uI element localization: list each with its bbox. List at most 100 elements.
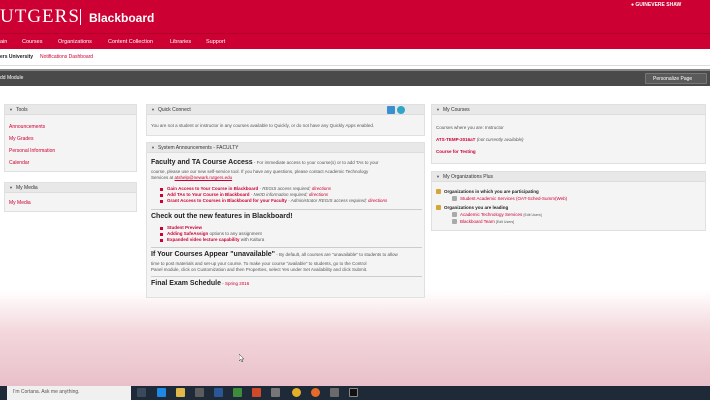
courses-role-text: Courses where you are: Instructor [436, 125, 504, 130]
cortana-search-box[interactable]: I'm Cortana. Ask me anything. [7, 386, 131, 400]
tools-module: ▼ Tools Announcements My Grades Personal … [4, 104, 137, 172]
mouse-cursor-icon [239, 354, 244, 362]
collapse-icon[interactable]: ▼ [436, 174, 440, 179]
my-organizations-header[interactable]: ▼ My Organizations Plus [432, 172, 705, 182]
item-grant-access: Grant Access to Courses in Blackboard fo… [167, 198, 388, 203]
chat-icon[interactable] [387, 106, 395, 114]
tools-header[interactable]: ▼ Tools [5, 105, 136, 115]
collapse-icon[interactable]: ▼ [436, 107, 440, 112]
word-icon[interactable] [214, 388, 223, 397]
folder-icon [436, 189, 441, 194]
blackboard-logo[interactable]: Blackboard [89, 11, 154, 25]
support-email-link[interactable]: atshelp@newark.rutgers.edu [175, 175, 233, 180]
tab-courses[interactable]: Courses [22, 39, 42, 45]
item-gain-access: Gain Access to Your Course in Blackboard… [167, 186, 332, 191]
bullet-icon [160, 239, 163, 242]
bullet-icon [160, 188, 163, 191]
bullet-icon [160, 233, 163, 236]
unavailable-heading: If Your Courses Appear "unavailable" - B… [151, 251, 398, 258]
settings-icon[interactable] [397, 106, 405, 114]
app-icon[interactable] [252, 388, 261, 397]
divider [151, 209, 422, 210]
faculty-access-heading: Faculty and TA Course Access - For immed… [151, 159, 379, 166]
course-item: ATS-TEMP-2016aT (not currently available… [436, 137, 524, 142]
link-calendar[interactable]: Calendar [9, 160, 29, 166]
edge-icon[interactable] [157, 388, 166, 397]
bullet-icon [160, 200, 163, 203]
collapse-icon[interactable]: ▼ [9, 107, 13, 112]
app-icon[interactable] [330, 388, 339, 397]
user-name: GUINEVERE SHAW [635, 2, 682, 8]
announcements-header[interactable]: ▼ System Announcements - FACULTY [147, 143, 424, 153]
course-link-testing[interactable]: Course for Testing [436, 149, 476, 154]
org-icon [452, 196, 457, 201]
item-safeassign: Adding SafeAssign options to any assignm… [167, 231, 262, 236]
sub-nav: ers University Notifications Dashboard [0, 49, 710, 66]
media-header[interactable]: ▼ My Media [5, 183, 136, 193]
shield-icon[interactable] [233, 388, 242, 397]
main-nav: ain Courses Organizations Content Collec… [0, 33, 710, 49]
module-bar: dd Module Personalize Page [0, 69, 710, 86]
org-item-ats: Academic Technology Services [Edit Users… [460, 212, 542, 217]
faculty-access-text-3: Services at atshelp@newark.rutgers.edu [151, 175, 233, 180]
collapse-icon[interactable]: ▼ [151, 107, 155, 112]
org-item-bb-team: Blackboard Team [Edit Users] [460, 219, 515, 224]
link-my-media[interactable]: My Media [9, 200, 31, 206]
announcements-module: ▼ System Announcements - FACULTY Faculty … [146, 142, 425, 298]
item-add-tas: Add TAs to Your Course in Blackboard - N… [167, 192, 329, 197]
edit-users-link[interactable]: [Edit Users] [523, 213, 541, 217]
edit-users-link[interactable]: [Edit Users] [496, 220, 514, 224]
tab-libraries[interactable]: Libraries [170, 39, 191, 45]
search-text: I'm Cortana. Ask me anything. [13, 389, 80, 395]
link-personal-information[interactable]: Personal Information [9, 148, 55, 154]
bullet-icon [160, 227, 163, 230]
faculty-access-text-2: course, please use our new self-service … [151, 169, 369, 174]
my-organizations-module: ▼ My Organizations Plus Organizations in … [431, 171, 706, 231]
terminal-icon[interactable] [349, 388, 358, 397]
orgs-leading-label: Organizations you are leading [444, 205, 509, 210]
user-menu[interactable]: ● GUINEVERE SHAW [631, 2, 681, 8]
firefox-icon[interactable] [311, 388, 320, 397]
unavailable-text-2: time to post materials and set-up your c… [151, 261, 367, 266]
org-icon [452, 212, 457, 217]
link-announcements[interactable]: Announcements [9, 124, 45, 130]
subnav-notifications[interactable]: Notifications Dashboard [40, 54, 93, 60]
tab-support[interactable]: Support [206, 39, 225, 45]
link-my-grades[interactable]: My Grades [9, 136, 33, 142]
background-pattern [0, 290, 710, 386]
new-features-heading: Check out the new features in Blackboard… [151, 213, 293, 220]
orgs-participating-label: Organizations in which you are participa… [444, 189, 539, 194]
quick-connect-module: ▼ Quick Connect You are not a student or … [146, 104, 425, 136]
my-courses-module: ▼ My Courses Courses where you are: Instr… [431, 104, 706, 164]
collapse-icon[interactable]: ▼ [151, 145, 155, 150]
course-link-ats-temp[interactable]: ATS-TEMP-2016aT [436, 137, 475, 142]
folder-icon [436, 205, 441, 210]
rutgers-logo[interactable]: UTGERS [0, 7, 80, 27]
collapse-icon[interactable]: ▼ [9, 185, 13, 190]
final-exam-heading[interactable]: Final Exam Schedule - Spring 2016 [151, 280, 249, 287]
store-icon[interactable] [195, 388, 204, 397]
org-link-student-academic[interactable]: Student Academic Services (OAT-Sched-Sum… [460, 196, 567, 201]
divider [151, 247, 422, 248]
unavailable-text-3: Panel module, click on Customization and… [151, 267, 368, 272]
bullet-icon [160, 194, 163, 197]
tab-content-collection[interactable]: Content Collection [108, 39, 153, 45]
media-module: ▼ My Media My Media [4, 182, 137, 212]
add-module-button[interactable]: dd Module [0, 75, 23, 81]
logo-divider [80, 9, 81, 25]
tab-main[interactable]: ain [0, 39, 7, 45]
my-courses-header[interactable]: ▼ My Courses [432, 105, 705, 115]
app-icon[interactable] [271, 388, 280, 397]
subnav-university[interactable]: ers University [0, 54, 33, 60]
header-bar: UTGERS Blackboard ● GUINEVERE SHAW [0, 0, 710, 33]
file-explorer-icon[interactable] [176, 388, 185, 397]
chrome-icon[interactable] [292, 388, 301, 397]
personalize-page-button[interactable]: Personalize Page [645, 73, 707, 84]
item-kaltura: Expanded video lecture capability with K… [167, 237, 265, 242]
divider [151, 276, 422, 277]
task-view-icon[interactable] [137, 388, 146, 397]
item-student-preview: Student Preview [167, 225, 203, 230]
tab-organizations[interactable]: Organizations [58, 39, 92, 45]
windows-taskbar: I'm Cortana. Ask me anything. [0, 386, 710, 400]
quick-connect-header[interactable]: ▼ Quick Connect [147, 105, 424, 115]
